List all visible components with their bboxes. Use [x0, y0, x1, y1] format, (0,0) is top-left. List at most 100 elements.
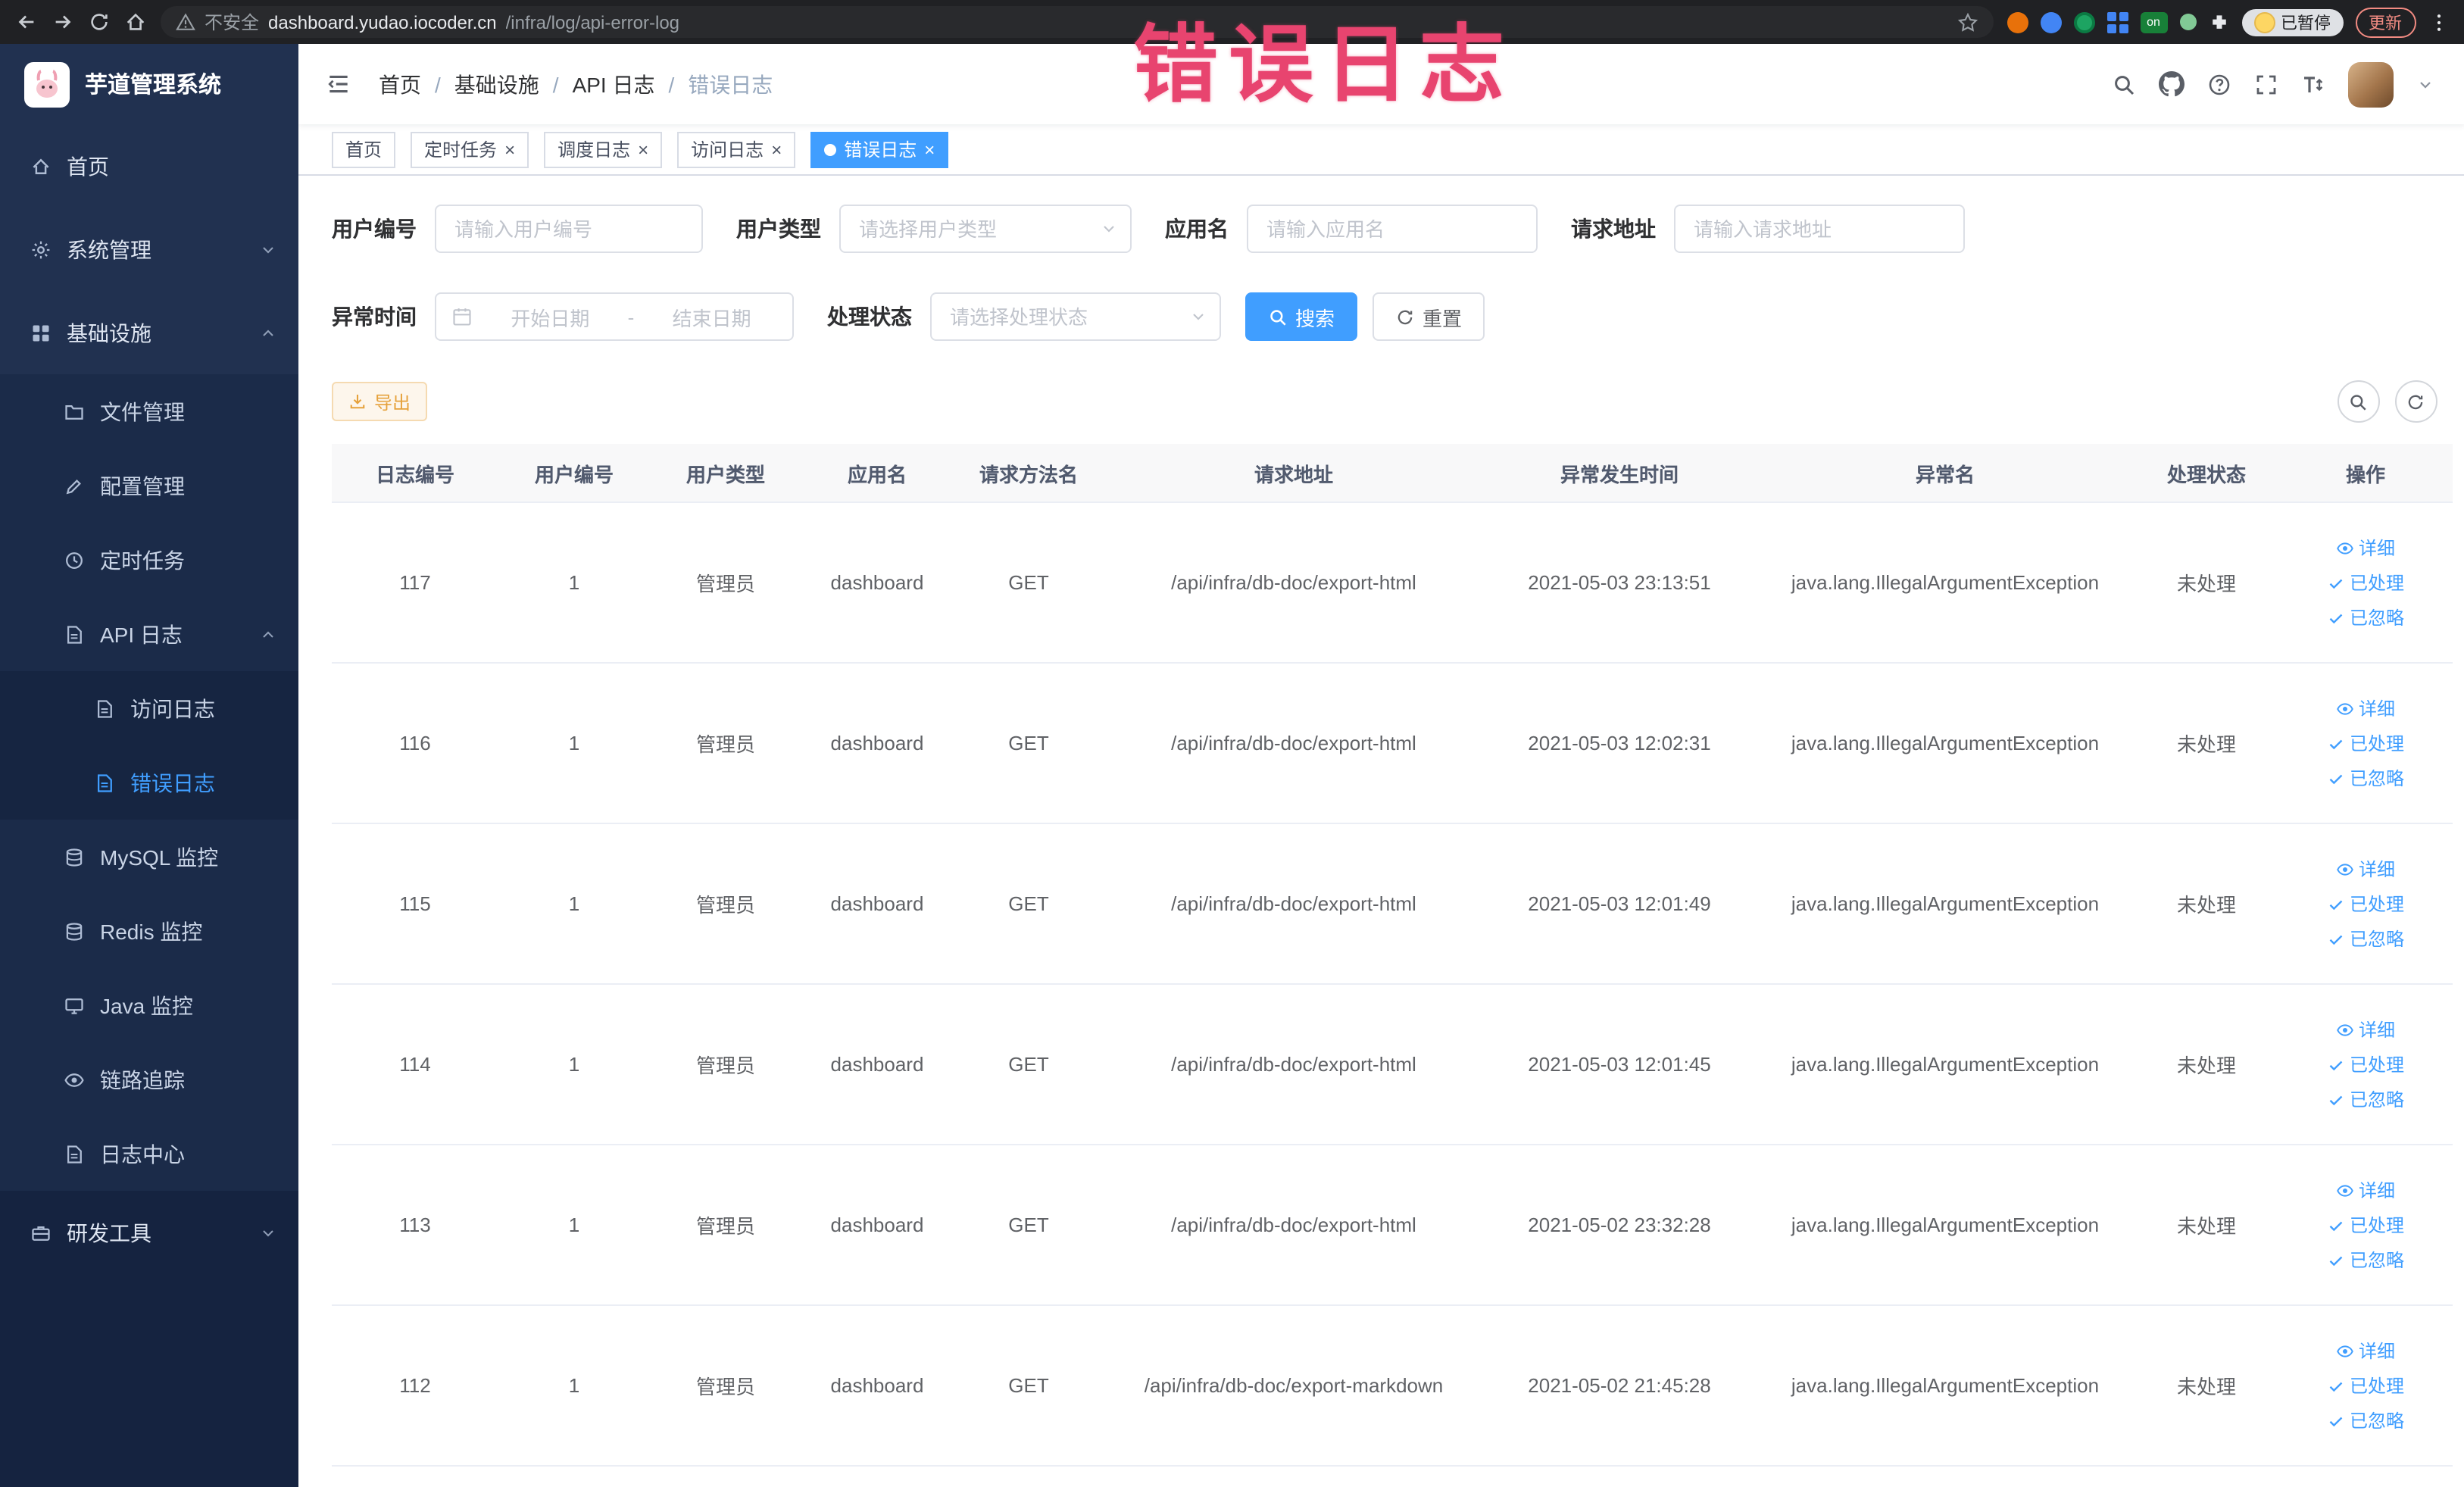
ignored-link[interactable]: 已忽略	[2327, 765, 2404, 791]
processed-link[interactable]: 已处理	[2327, 1051, 2404, 1077]
profile-paused-chip[interactable]: 已暂停	[2241, 8, 2343, 36]
detail-link[interactable]: 详细	[2336, 535, 2395, 561]
sidebar-item-mysql-monitor[interactable]: MySQL 监控	[0, 820, 298, 894]
search-icon[interactable]	[2111, 72, 2135, 96]
processed-link[interactable]: 已处理	[2327, 570, 2404, 595]
sidebar-item-config-mgmt[interactable]: 配置管理	[0, 448, 298, 523]
refresh-button[interactable]	[2394, 380, 2437, 423]
ignored-link[interactable]: 已忽略	[2327, 1407, 2404, 1433]
sidebar-item-redis-monitor[interactable]: Redis 监控	[0, 894, 298, 968]
breadcrumb-item[interactable]: API 日志	[573, 69, 655, 99]
folder-icon	[65, 404, 83, 419]
cell-url: /api/infra/db-doc/export-html	[1171, 732, 1416, 754]
cell-id: 115	[399, 892, 431, 915]
user-id-input[interactable]	[435, 205, 703, 253]
processed-link[interactable]: 已处理	[2327, 730, 2404, 756]
tab-close-icon[interactable]: ×	[638, 140, 648, 158]
tab-error-log[interactable]: 错误日志 ×	[810, 131, 949, 167]
github-icon[interactable]	[2158, 71, 2184, 97]
tools-icon	[32, 1225, 50, 1240]
help-icon[interactable]	[2206, 72, 2231, 96]
export-button[interactable]: 导出	[332, 382, 428, 421]
browser-menu-icon[interactable]	[2428, 11, 2449, 33]
extension-icon-leaf[interactable]	[2179, 14, 2196, 30]
security-warning-icon[interactable]	[176, 12, 195, 32]
sidebar-item-api-log[interactable]: API 日志	[0, 597, 298, 671]
sidebar-item-label: 日志中心	[100, 1142, 185, 1166]
exception-time-range-picker[interactable]: 开始日期 - 结束日期	[435, 292, 794, 341]
user-avatar[interactable]	[2347, 61, 2393, 107]
address-bar[interactable]: 不安全 dashboard.yudao.iocoder.cn /infra/lo…	[161, 6, 1993, 38]
extension-icon-orange[interactable]	[2006, 11, 2028, 33]
detail-link[interactable]: 详细	[2336, 1177, 2395, 1203]
tab-schedule-log[interactable]: 调度日志 ×	[544, 131, 663, 167]
search-button[interactable]: 搜索	[1245, 292, 1358, 341]
cell-id: 117	[399, 571, 431, 594]
sidebar-item-label: 研发工具	[67, 1220, 151, 1245]
bookmark-star-icon[interactable]	[1957, 11, 1978, 33]
user-type-select[interactable]	[839, 205, 1132, 253]
menu-fold-icon[interactable]	[326, 71, 351, 97]
cell-user-id: 1	[568, 571, 580, 594]
extensions-puzzle-icon[interactable]	[2208, 11, 2229, 33]
exception-time-label: 异常时间	[332, 305, 417, 329]
detail-link[interactable]: 详细	[2336, 1017, 2395, 1042]
user-type-label: 用户类型	[736, 217, 821, 241]
processed-link[interactable]: 已处理	[2327, 1373, 2404, 1398]
sidebar-item-file-mgmt[interactable]: 文件管理	[0, 374, 298, 448]
detail-link[interactable]: 详细	[2336, 695, 2395, 721]
browser-back-icon[interactable]	[15, 11, 38, 33]
extension-icon-green[interactable]	[2073, 11, 2094, 33]
detail-link[interactable]: 详细	[2336, 856, 2395, 882]
sidebar-item-dev-tools[interactable]: 研发工具	[0, 1191, 298, 1274]
sidebar-item-log-center[interactable]: 日志中心	[0, 1117, 298, 1191]
sidebar-item-access-log[interactable]: 访问日志	[0, 671, 298, 745]
ignored-link[interactable]: 已忽略	[2327, 1247, 2404, 1273]
browser-update-chip[interactable]: 更新	[2355, 7, 2416, 37]
ignored-link[interactable]: 已忽略	[2327, 604, 2404, 630]
sidebar-item-tracing[interactable]: 链路追踪	[0, 1042, 298, 1117]
browser-reload-icon[interactable]	[88, 11, 111, 33]
tab-home[interactable]: 首页	[332, 131, 396, 167]
process-status-select[interactable]	[930, 292, 1221, 341]
sidebar-item-home[interactable]: 首页	[0, 124, 298, 208]
browser-home-icon[interactable]	[124, 11, 147, 33]
sidebar-logo[interactable]: 芋道管理系统	[0, 44, 298, 124]
ignored-link[interactable]: 已忽略	[2327, 1086, 2404, 1112]
sidebar-item-java-monitor[interactable]: Java 监控	[0, 968, 298, 1042]
cell-user-id: 1	[568, 732, 580, 754]
app-name-input[interactable]	[1247, 205, 1538, 253]
tab-scheduled-tasks[interactable]: 定时任务 ×	[411, 131, 529, 167]
ignored-link-label: 已忽略	[2349, 768, 2404, 789]
breadcrumb-item[interactable]: 基础设施	[454, 69, 539, 99]
start-date-placeholder: 开始日期	[511, 307, 590, 330]
fullscreen-icon[interactable]	[2253, 72, 2278, 96]
reset-button[interactable]: 重置	[1373, 292, 1485, 341]
extension-icon-on-badge[interactable]: on	[2140, 11, 2167, 33]
tab-close-icon[interactable]: ×	[771, 140, 782, 158]
ignored-link[interactable]: 已忽略	[2327, 926, 2404, 951]
extension-icon-grid[interactable]	[2106, 11, 2128, 33]
detail-link[interactable]: 详细	[2336, 1338, 2395, 1364]
breadcrumb-item[interactable]: 首页	[379, 69, 421, 99]
sidebar-item-infrastructure[interactable]: 基础设施	[0, 291, 298, 374]
sidebar-item-error-log[interactable]: 错误日志	[0, 745, 298, 820]
cell-id: 113	[399, 1214, 431, 1236]
browser-forward-icon[interactable]	[52, 11, 74, 33]
tab-close-icon[interactable]: ×	[504, 140, 515, 158]
sidebar-item-scheduled-tasks[interactable]: 定时任务	[0, 523, 298, 597]
tab-access-log[interactable]: 访问日志 ×	[677, 131, 796, 167]
extension-icon-blue[interactable]	[2040, 11, 2061, 33]
processed-link[interactable]: 已处理	[2327, 891, 2404, 917]
request-url-input[interactable]	[1674, 205, 1965, 253]
db-icon	[66, 848, 83, 866]
extensions-cluster: on 已暂停 更新	[2006, 7, 2449, 37]
logo-image	[24, 61, 70, 107]
avatar-caret-icon[interactable]	[2416, 75, 2434, 93]
font-size-icon[interactable]	[2300, 72, 2325, 96]
sidebar-item-system-mgmt[interactable]: 系统管理	[0, 208, 298, 291]
processed-link[interactable]: 已处理	[2327, 1212, 2404, 1238]
tab-close-icon[interactable]: ×	[924, 140, 935, 158]
search-toggle-button[interactable]	[2337, 380, 2379, 423]
eye-icon	[64, 1073, 84, 1086]
